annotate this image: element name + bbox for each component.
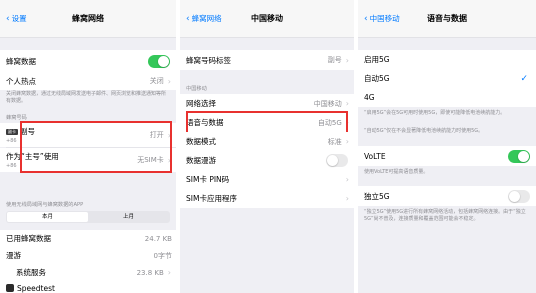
note-5g-auto: “自动5G”仅在不会显著降低电池续航能力时使用5G。: [364, 128, 484, 134]
chevron-right-icon: ›: [167, 155, 171, 165]
cellular-data-row: 蜂窝数据: [0, 50, 176, 72]
used-data-row: 已用蜂窝数据 24.7 KB: [0, 230, 176, 247]
volte-row: VoLTE: [358, 146, 536, 166]
apps-header: 使用无线局域网与蜂窝数据的APP: [6, 202, 84, 208]
sim-pin-row[interactable]: SIM卡 PIN码 ›: [180, 170, 354, 189]
section-header: 中国移动: [186, 86, 207, 92]
carrier-settings-screen: ‹ 蜂窝网络 中国移动 蜂窝号码标签 副号 › 中国移动 网络选择 中国移动 › …: [180, 0, 354, 293]
secondary-line-row[interactable]: 副卡 副号 +86 打开 ›: [0, 123, 176, 147]
sim-apps-row[interactable]: SIM卡应用程序 ›: [180, 189, 354, 208]
standalone-5g-row: 独立5G: [358, 186, 536, 206]
speedtest-icon: [6, 284, 14, 292]
volte-toggle[interactable]: [508, 149, 530, 163]
chevron-right-icon: ›: [345, 99, 349, 108]
nav-bar: ‹ 中国移动 语音与数据: [358, 0, 536, 38]
nav-bar: ‹ 蜂窝网络 中国移动: [180, 0, 354, 38]
note-5g-on: “启用5G”会在5G可用时使用5G，即使可能降低电池续航能力。: [364, 110, 506, 116]
page-title: 语音与数据: [427, 14, 467, 23]
voice-data-screen: ‹ 中国移动 语音与数据 启用5G 自动5G ✓ 4G “启用5G”会在5G可用时…: [358, 0, 536, 293]
chevron-right-icon: ›: [345, 118, 349, 127]
checkmark-icon: ✓: [520, 73, 528, 84]
chevron-right-icon: ›: [345, 194, 349, 203]
tab-this-month[interactable]: 本月: [7, 212, 88, 222]
cellular-data-toggle[interactable]: [148, 54, 170, 68]
network-selection-row[interactable]: 网络选择 中国移动 ›: [180, 94, 354, 113]
chevron-right-icon: ›: [345, 55, 349, 65]
standalone-5g-note: “独立5G”使用5G进行所有蜂窝网络活动，包括蜂窝网络连接。由于“独立5G”尚不…: [364, 209, 526, 223]
voice-data-row[interactable]: 语音与数据 自动5G ›: [180, 113, 354, 132]
primary-line-row[interactable]: 作为“主号”使用 +86 无SIM卡 ›: [0, 148, 176, 172]
sim-badge: 副卡: [6, 129, 18, 135]
page-title: 蜂窝网络: [72, 14, 104, 23]
data-mode-row[interactable]: 数据模式 标准 ›: [180, 132, 354, 151]
line-label-row[interactable]: 蜂窝号码标签 副号 ›: [180, 50, 354, 70]
chevron-right-icon: ›: [167, 130, 171, 140]
chevron-right-icon: ›: [345, 175, 349, 184]
chevron-right-icon: ›: [345, 137, 349, 146]
standalone-5g-toggle[interactable]: [508, 189, 530, 203]
data-roaming-toggle[interactable]: [326, 154, 348, 167]
nav-bar: ‹ 设置 蜂窝网络: [0, 0, 176, 38]
tab-last-month[interactable]: 上月: [88, 212, 169, 222]
roaming-row: 漫游 0字节: [0, 247, 176, 264]
option-5g-auto[interactable]: 自动5G ✓: [358, 69, 536, 88]
app-row: Speedtest: [0, 281, 176, 293]
period-segmented-control: 本月 上月: [6, 211, 170, 223]
hotspot-note: 关闭蜂窝数据，通过无线局域网发送电子邮件、网页浏览和推送通知等所有数据。: [6, 91, 167, 105]
system-services-row[interactable]: 系统服务 23.8 KB ›: [0, 264, 176, 281]
volte-note: 使用VoLTE可提高语音质量。: [364, 169, 429, 175]
cellular-settings-screen: ‹ 设置 蜂窝网络 蜂窝数据 个人热点 关闭 › 关闭蜂窝数据，通过无线局域网发送…: [0, 0, 176, 293]
data-roaming-row: 数据漫游: [180, 151, 354, 170]
option-5g-on[interactable]: 启用5G: [358, 50, 536, 69]
option-4g[interactable]: 4G: [358, 88, 536, 107]
page-title: 中国移动: [251, 14, 283, 23]
chevron-right-icon: ›: [167, 76, 171, 86]
section-header: 蜂窝号码: [6, 115, 27, 121]
hotspot-row[interactable]: 个人热点 关闭 ›: [0, 72, 176, 90]
chevron-right-icon: ›: [167, 268, 171, 277]
